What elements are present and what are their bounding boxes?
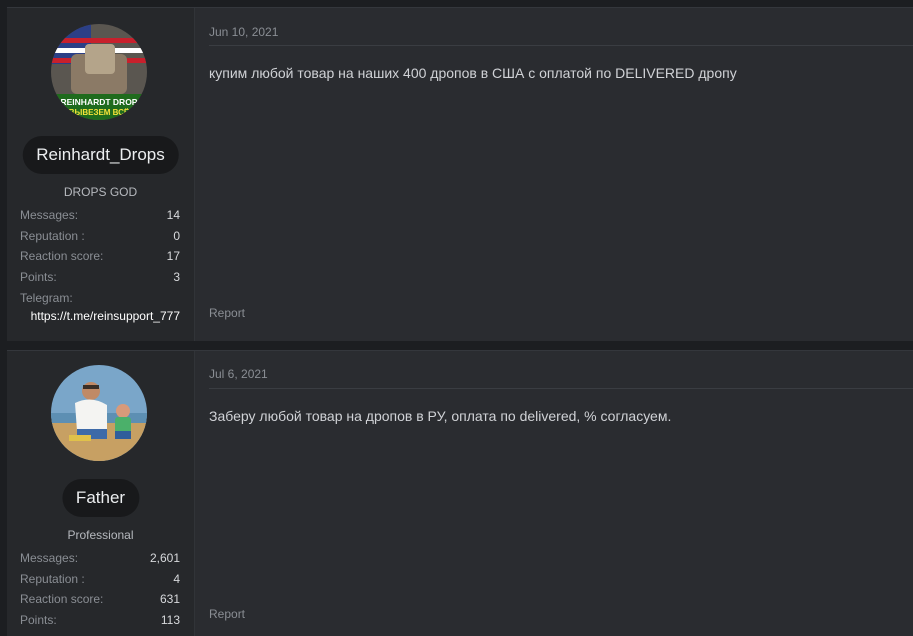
stat-label: Points: — [20, 269, 57, 284]
post-header-divider — [209, 388, 913, 389]
stat-value: 0 — [173, 228, 180, 243]
username[interactable]: Reinhardt_Drops — [22, 136, 179, 174]
avatar-image — [51, 365, 147, 461]
post-body: купим любой товар на наших 400 дропов в … — [209, 65, 737, 81]
stat-value: 631 — [159, 592, 180, 606]
stat-value: 113 — [160, 612, 180, 627]
stat-value: 4 — [173, 571, 180, 586]
user-title: Professional — [67, 528, 134, 542]
stat-row-reputation: Reputation : 0 — [20, 228, 180, 249]
post-2: Father Professional Messages: 2,601 Repu… — [7, 350, 913, 636]
avatar[interactable]: REINHARDT DROP ВЫВЕЗЕМ ВСЁ — [51, 24, 147, 120]
stat-label: Reaction score: — [20, 249, 104, 263]
post-date[interactable]: Jul 6, 2021 — [209, 367, 268, 381]
svg-text:REINHARDT DROP: REINHARDT DROP — [61, 97, 138, 107]
stat-row-messages: Messages: 2,601 — [20, 550, 180, 571]
user-stats: Messages: 14 Reputation : 0 Reaction sco… — [20, 207, 180, 323]
user-title: DROPS GOD — [63, 185, 138, 199]
post-1: REINHARDT DROP ВЫВЕЗЕМ ВСЁ Reinhardt_Dro… — [7, 7, 913, 341]
stat-row-points: Points: 3 — [20, 269, 180, 290]
post-body: Заберу любой товар на дропов в РУ, оплат… — [209, 408, 672, 424]
stat-label: Points: — [20, 612, 57, 627]
post-date[interactable]: Jun 10, 2021 — [209, 25, 278, 39]
stat-value: 3 — [173, 269, 180, 284]
stat-row-reputation: Reputation : 4 — [20, 571, 180, 592]
report-link[interactable]: Report — [209, 306, 245, 320]
stat-label: Messages: — [20, 551, 79, 565]
stat-label: Messages: — [20, 208, 79, 222]
telegram-label: Telegram: — [20, 291, 73, 305]
stat-value: 17 — [166, 249, 180, 263]
avatar[interactable] — [51, 365, 147, 461]
stat-row-messages: Messages: 14 — [20, 207, 180, 228]
username[interactable]: Father — [61, 479, 140, 517]
user-stats: Messages: 2,601 Reputation : 4 Reaction … — [20, 550, 180, 632]
stat-label: Reputation : — [20, 571, 85, 586]
stat-value: 2,601 — [149, 551, 180, 565]
stat-value: 14 — [166, 208, 180, 222]
post-1-user-panel: REINHARDT DROP ВЫВЕЗЕМ ВСЁ Reinhardt_Dro… — [7, 8, 195, 341]
stat-label: Reputation : — [20, 228, 85, 243]
post-header-divider — [209, 45, 913, 46]
stat-row-reaction-score: Reaction score: 17 — [20, 248, 180, 269]
stat-row-reaction-score: Reaction score: 631 — [20, 591, 180, 612]
report-link[interactable]: Report — [209, 607, 245, 621]
telegram-link[interactable]: https://t.me/reinsupport_777 — [20, 307, 180, 323]
stat-row-points: Points: 113 — [20, 612, 180, 633]
avatar-image: REINHARDT DROP ВЫВЕЗЕМ ВСЁ — [51, 24, 147, 120]
svg-text:ВЫВЕЗЕМ ВСЁ: ВЫВЕЗЕМ ВСЁ — [69, 108, 130, 117]
stat-label: Reaction score: — [20, 592, 104, 606]
post-2-user-panel: Father Professional Messages: 2,601 Repu… — [7, 351, 195, 636]
